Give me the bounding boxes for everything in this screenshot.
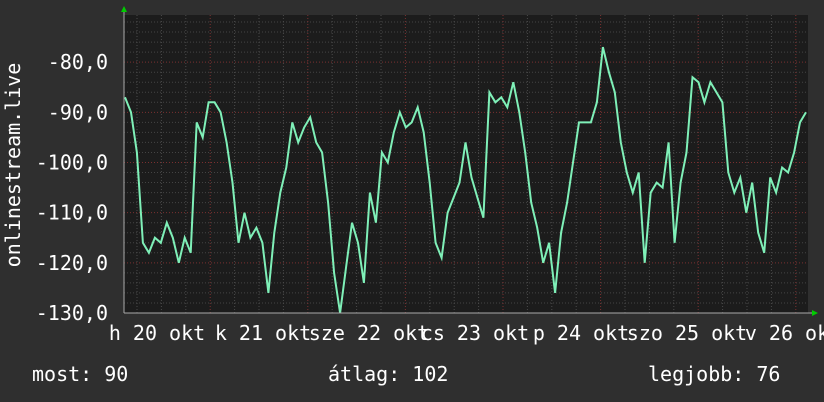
chart: -80,0 -90,0 -100,0 -110,0 -120,0 -130,0 h 20 … xyxy=(1,6,824,345)
y-tick-label: -110,0 xyxy=(36,201,108,225)
y-tick-label: -130,0 xyxy=(36,301,108,325)
legend-best: legjobb: 76 xyxy=(648,362,781,386)
x-tick-label: v 26 okt xyxy=(745,321,824,345)
x-axis: h 20 okt k 21 oktsze 22 oktcs 23 okt p 24 … xyxy=(109,321,824,345)
y-tick-label: -80,0 xyxy=(48,50,108,74)
x-tick-label: szo 25 okt xyxy=(627,321,747,345)
x-axis-arrow-icon xyxy=(812,310,818,316)
plot-area xyxy=(124,15,808,313)
x-tick-label: p 24 okt xyxy=(533,321,629,345)
x-tick-label: h 20 okt xyxy=(109,321,205,345)
y-tick-label: -100,0 xyxy=(36,150,108,174)
x-tick-label: k 21 okt xyxy=(215,321,311,345)
y-axis-arrow-icon xyxy=(121,6,127,12)
y-axis-label: onlinestream.live xyxy=(1,63,25,268)
x-tick-label: sze 22 okt xyxy=(309,321,429,345)
y-tick-label: -90,0 xyxy=(48,100,108,124)
legend-average: átlag: 102 xyxy=(328,362,449,386)
y-axis: -80,0 -90,0 -100,0 -110,0 -120,0 -130,0 xyxy=(36,50,108,325)
x-tick-label: cs 23 okt xyxy=(421,321,529,345)
y-tick-label: -120,0 xyxy=(36,251,108,275)
legend-current: most: 90 xyxy=(32,362,129,386)
